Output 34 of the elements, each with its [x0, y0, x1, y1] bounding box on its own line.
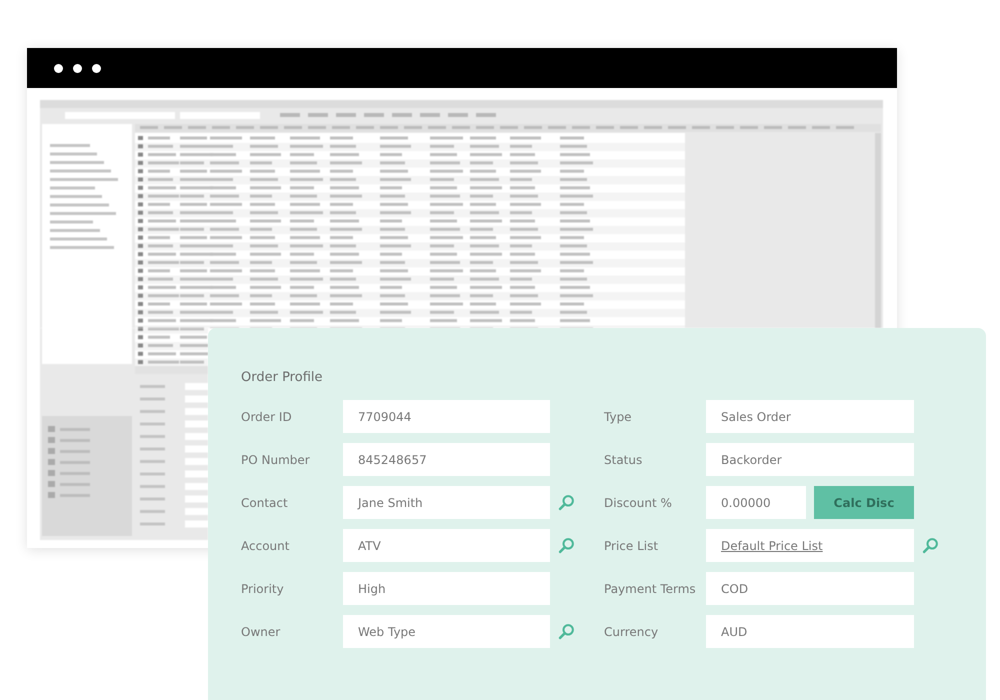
field-label: Payment Terms [604, 582, 697, 596]
search-icon[interactable] [922, 537, 939, 554]
input-field[interactable]: Backorder [706, 443, 914, 476]
window-dot-icon [92, 64, 101, 72]
input-field[interactable]: COD [706, 572, 914, 605]
field-label: Currency [604, 624, 660, 638]
input-field[interactable]: ATV [343, 529, 550, 562]
field-label: Price List [604, 538, 660, 552]
calc-disc-button[interactable]: Calc Disc [814, 486, 914, 519]
window-dot-icon [54, 64, 63, 72]
input-field[interactable]: AUD [706, 615, 914, 648]
window-dot-icon [73, 64, 82, 72]
section-title: Order Profile [241, 370, 324, 385]
field-label: Order ID [241, 410, 293, 424]
input-field[interactable]: Default Price List [706, 529, 914, 562]
input-field[interactable]: Sales Order [706, 400, 914, 433]
field-label: PO Number [241, 452, 311, 466]
input-field[interactable]: 7709044 [343, 400, 550, 433]
price-list-link[interactable]: Default Price List [721, 538, 823, 552]
field-label: Account [241, 538, 290, 552]
field-label: Contact [241, 496, 289, 510]
input-field[interactable]: High [343, 572, 550, 605]
search-icon[interactable] [558, 537, 575, 554]
field-label: Priority [241, 582, 285, 596]
input-field[interactable]: Web Type [343, 615, 550, 648]
input-field[interactable]: 0.00000 [706, 486, 806, 519]
field-label: Discount % [604, 496, 673, 510]
search-icon[interactable] [558, 623, 575, 640]
field-label: Status [604, 452, 644, 466]
field-label: Type [604, 410, 633, 424]
search-icon[interactable] [558, 494, 575, 511]
input-field[interactable]: 845248657 [343, 443, 550, 476]
input-field[interactable]: Jane Smith [343, 486, 550, 519]
field-label: Owner [241, 624, 282, 638]
